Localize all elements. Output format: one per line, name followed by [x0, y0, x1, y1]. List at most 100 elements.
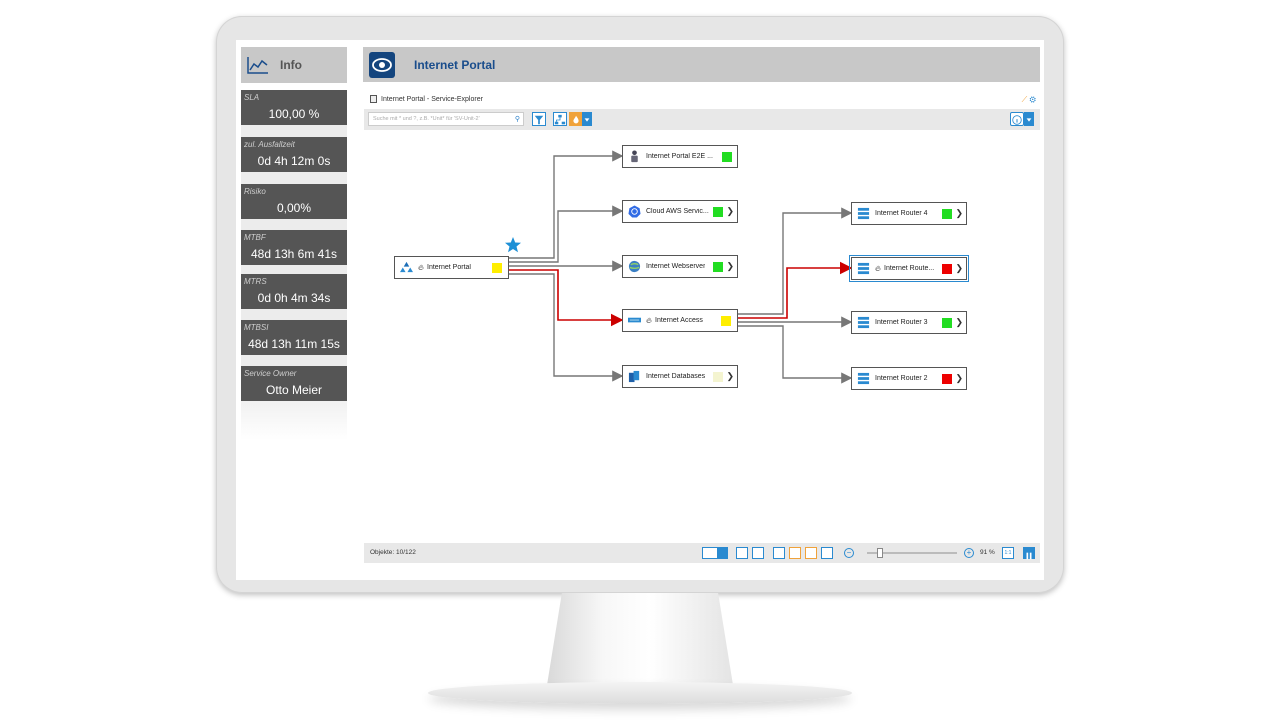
kpi-value: 48d 13h 6m 41s: [250, 247, 338, 261]
pin-icon[interactable]: ⟋: [1022, 95, 1028, 104]
search-placeholder: Suche mit * und ?, z.B. *Unit* für 'SV-U…: [373, 116, 480, 122]
node-internet-router-4[interactable]: Internet Router 4 ❯: [851, 202, 967, 225]
kpi-label: Service Owner: [244, 369, 297, 378]
node-label: Internet Databases: [646, 373, 706, 380]
node-internet-router-1[interactable]: 🔥︎ Internet Route... ❯: [849, 255, 969, 282]
node-label: Internet Route...: [884, 265, 935, 272]
fire-icon: 🔥︎: [418, 262, 424, 272]
explorer-toolbar: Suche mit * und ?, z.B. *Unit* für 'SV-U…: [364, 109, 1040, 130]
kpi-risk: Risiko 0,00%: [241, 184, 347, 219]
favorite-star-icon[interactable]: [504, 236, 522, 254]
monitor-stand-neck: [547, 593, 733, 685]
layout-dropdown[interactable]: [718, 547, 728, 559]
user-icon: [631, 150, 638, 163]
node-label: Internet Portal E2E ...: [646, 153, 713, 160]
chevron-right-icon[interactable]: ❯: [955, 373, 963, 384]
fire-filter-button[interactable]: [569, 112, 583, 126]
kpi-sla: SLA 100,00 %: [241, 90, 347, 125]
view-button[interactable]: [773, 547, 785, 559]
server-rack-icon: [857, 372, 870, 385]
chevron-right-icon[interactable]: ❯: [726, 261, 734, 272]
kpi-mtrs: MTRS 0d 0h 4m 34s: [241, 274, 347, 309]
comment-button[interactable]: [789, 547, 801, 559]
tree-button[interactable]: [821, 547, 833, 559]
webserver-icon: [628, 260, 641, 273]
kpi-value: Otto Meier: [265, 383, 322, 397]
status-indicator: [721, 316, 731, 326]
service-cluster-icon: [400, 261, 413, 273]
zoom-out-icon[interactable]: −: [844, 548, 854, 558]
node-cloud-aws[interactable]: Cloud AWS Servic... ❯: [622, 200, 738, 223]
node-internet-access[interactable]: 🔥︎ Internet Access: [622, 309, 738, 332]
eye-icon: [369, 52, 395, 78]
kpi-value: 0d 4h 12m 0s: [257, 154, 331, 168]
node-internet-webserver[interactable]: Internet Webserver ❯: [622, 255, 738, 278]
kpi-mtbsi: MTBSI 48d 13h 11m 15s: [241, 320, 347, 355]
hierarchy-button[interactable]: [553, 112, 567, 126]
expand-button[interactable]: [736, 547, 748, 559]
service-explorer: Internet Portal - Service-Explorer ⟋ ⚙ S…: [364, 90, 1040, 563]
search-input[interactable]: Suche mit * und ?, z.B. *Unit* für 'SV-U…: [368, 112, 524, 126]
kpi-service-owner: Service Owner Otto Meier: [241, 366, 347, 401]
layout-button[interactable]: [702, 547, 718, 559]
node-internet-databases[interactable]: Internet Databases ❯: [622, 365, 738, 388]
page-title: Internet Portal: [414, 58, 496, 72]
gear-icon[interactable]: ⚙: [1030, 95, 1036, 104]
kpi-value: 0d 0h 4m 34s: [257, 291, 331, 305]
edge-portal-e2e: [508, 150, 624, 259]
node-internet-router-3[interactable]: Internet Router 3 ❯: [851, 311, 967, 334]
graph-edges: [508, 150, 853, 384]
chevron-right-icon[interactable]: ❯: [726, 206, 734, 217]
filter-button[interactable]: [532, 112, 546, 126]
explorer-status-bar: Objekte: 10/122 − + 91 % 1:1: [364, 543, 1040, 563]
info-kpi-column: SLA 100,00 % zul. Ausfallzeit 0d 4h 12m …: [241, 90, 347, 440]
object-count: Objekte: 10/122: [370, 549, 416, 556]
kpi-mtbf: MTBF 48d 13h 6m 41s: [241, 230, 347, 265]
server-rack-icon: [857, 207, 870, 220]
zoom-slider-handle[interactable]: [877, 548, 883, 558]
kpi-value: 100,00 %: [268, 107, 320, 121]
kpi-label: MTRS: [244, 277, 267, 286]
kpi-label: Risiko: [244, 187, 266, 196]
zoom-in-icon[interactable]: +: [964, 548, 974, 558]
info-header: Info: [241, 47, 347, 83]
warning-button[interactable]: [805, 547, 817, 559]
explorer-title: Internet Portal - Service-Explorer: [370, 95, 483, 103]
status-indicator: [722, 152, 732, 162]
chevron-right-icon[interactable]: ❯: [955, 317, 963, 328]
graph-canvas[interactable]: 🔥︎ Internet Portal Internet Portal E2E .…: [364, 131, 1040, 543]
info-button[interactable]: [1010, 112, 1024, 126]
node-label: Internet Router 4: [875, 210, 928, 217]
edge-portal-access: [508, 269, 624, 327]
node-label: Internet Router 3: [875, 319, 928, 326]
status-indicator: [942, 264, 952, 274]
node-internet-portal[interactable]: 🔥︎ Internet Portal: [394, 256, 509, 279]
main-header: Internet Portal: [363, 47, 1040, 82]
status-indicator: [942, 318, 952, 328]
actual-size-button[interactable]: 1:1: [1002, 547, 1014, 559]
fire-icon: 🔥︎: [875, 263, 881, 273]
edge-access-router4: [737, 207, 853, 315]
collapse-button[interactable]: [752, 547, 764, 559]
status-indicator: [492, 263, 502, 273]
monitor-frame: Info SLA 100,00 % zul. Ausfallzeit 0d 4h…: [216, 16, 1064, 593]
node-label: Cloud AWS Servic...: [646, 208, 709, 215]
chevron-right-icon[interactable]: ❯: [955, 208, 963, 219]
status-indicator: [713, 207, 723, 217]
document-icon: [370, 95, 377, 103]
edge-portal-aws: [508, 205, 624, 263]
edge-access-router2: [737, 325, 853, 384]
info-dropdown[interactable]: [1024, 112, 1034, 126]
node-internet-router-2[interactable]: Internet Router 2 ❯: [851, 367, 967, 390]
node-label: Internet Portal: [427, 264, 471, 271]
kpi-value: 48d 13h 11m 15s: [248, 337, 340, 351]
server-rack-icon: [857, 316, 870, 329]
pause-button[interactable]: [1023, 547, 1035, 560]
chevron-right-icon[interactable]: ❯: [726, 371, 734, 382]
chevron-right-icon[interactable]: ❯: [955, 263, 963, 274]
kpi-value: 0,00%: [276, 201, 312, 215]
fire-filter-dropdown[interactable]: [582, 112, 592, 126]
kpi-downtime: zul. Ausfallzeit 0d 4h 12m 0s: [241, 137, 347, 172]
search-icon[interactable]: ⚲: [515, 115, 520, 123]
node-internet-portal-e2e[interactable]: Internet Portal E2E ...: [622, 145, 738, 168]
